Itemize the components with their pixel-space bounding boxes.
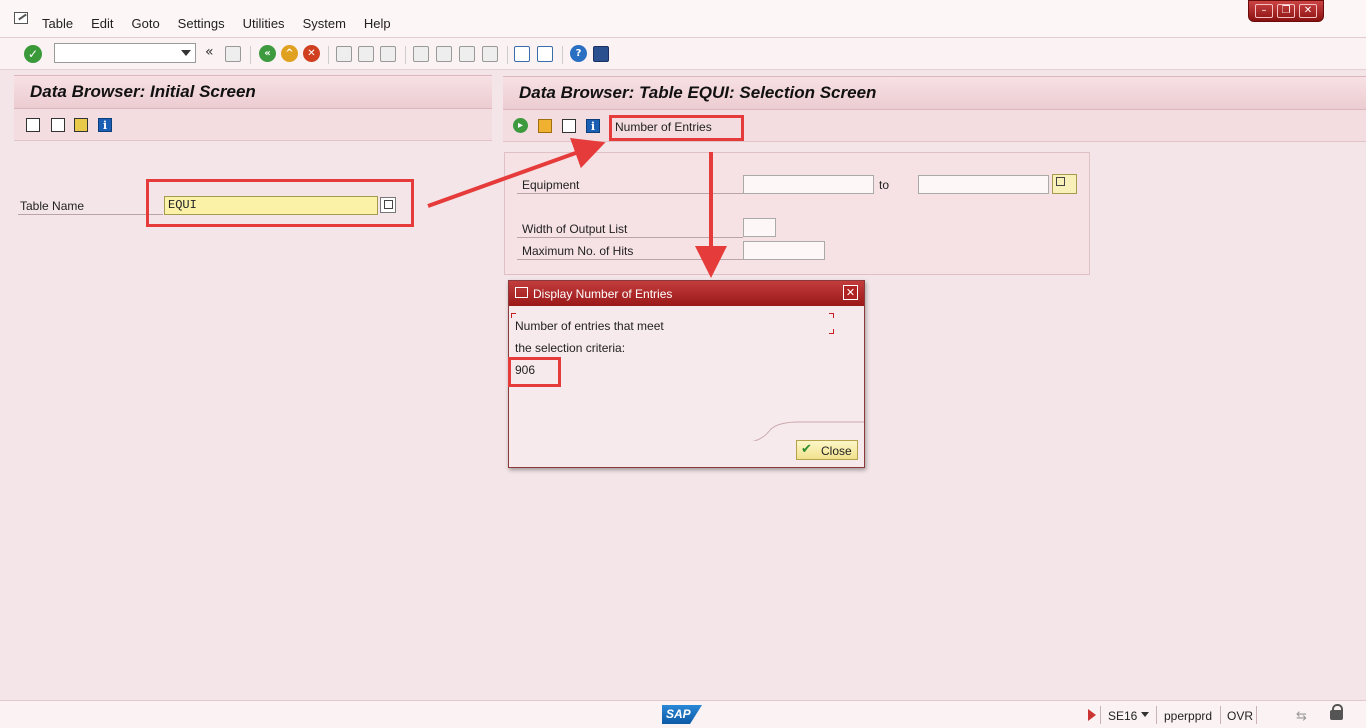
dialog-message-line2: the selection criteria: <box>515 341 626 355</box>
selection-screen-title: Data Browser: Table EQUI: Selection Scre… <box>519 83 877 102</box>
dialog-window-icon <box>515 287 528 298</box>
layout-icon[interactable] <box>593 46 609 62</box>
sap-logo: SAP <box>662 705 702 724</box>
table-name-label: Table Name <box>20 199 85 213</box>
left-panel-body <box>14 144 492 700</box>
find-next-icon[interactable] <box>380 46 396 62</box>
number-of-entries-dialog: Display Number of Entries ✕ Number of en… <box>508 280 865 468</box>
info-icon[interactable]: i <box>98 118 112 132</box>
first-page-icon[interactable] <box>413 46 429 62</box>
collapse-icon[interactable]: « <box>205 44 214 60</box>
label-underline <box>517 259 743 260</box>
menu-item-goto[interactable]: Goto <box>131 16 159 31</box>
selection-options-icon[interactable] <box>538 119 552 133</box>
label-underline <box>517 193 743 194</box>
shortcut-icon[interactable] <box>537 46 553 62</box>
menu-item-utilities[interactable]: Utilities <box>243 16 285 31</box>
to-label: to <box>879 178 890 192</box>
previous-page-icon[interactable] <box>436 46 452 62</box>
focus-bracket <box>511 313 516 318</box>
toolbar-divider <box>507 46 508 64</box>
check-icon: ✔ <box>801 442 812 457</box>
equipment-from-input[interactable] <box>743 175 874 194</box>
menu-program-icon[interactable] <box>14 12 28 24</box>
command-field[interactable] <box>54 43 196 63</box>
exit-icon[interactable]: ^ <box>281 45 298 62</box>
window-controls: – ❐ ✕ <box>1248 0 1324 22</box>
focus-bracket <box>829 313 834 318</box>
menu-item-settings[interactable]: Settings <box>178 16 225 31</box>
find-icon[interactable] <box>358 46 374 62</box>
max-hits-input[interactable] <box>743 241 825 260</box>
dialog-footer-divider <box>752 421 864 441</box>
dialog-title-bar: Display Number of Entries ✕ <box>509 281 864 306</box>
check-icon[interactable]: ✓ <box>24 45 42 63</box>
toolbar-divider <box>250 46 251 64</box>
label-underline <box>517 237 743 238</box>
menu-bar: Table Edit Goto Settings Utilities Syste… <box>0 0 1366 38</box>
close-window-button[interactable]: ✕ <box>1299 4 1317 18</box>
input-mode: OVR <box>1227 709 1254 723</box>
toolbar-divider <box>405 46 406 64</box>
next-page-icon[interactable] <box>459 46 475 62</box>
max-hits-label: Maximum No. of Hits <box>522 244 634 258</box>
lock-icon[interactable] <box>1330 704 1343 720</box>
status-divider <box>1256 706 1257 724</box>
left-panel-toolbar: i <box>14 109 492 141</box>
menu-list: Table Edit Goto Settings Utilities Syste… <box>42 16 409 31</box>
help-icon[interactable]: ? <box>570 45 587 62</box>
equipment-to-input[interactable] <box>918 175 1049 194</box>
width-output-input[interactable] <box>743 218 776 237</box>
close-icon[interactable]: ✕ <box>843 285 858 300</box>
restore-button[interactable]: ❐ <box>1277 4 1295 18</box>
new-entries-icon[interactable] <box>51 118 65 132</box>
display-fields-icon[interactable] <box>74 118 88 132</box>
status-divider <box>1220 706 1221 724</box>
toolbar-divider <box>328 46 329 64</box>
standard-toolbar: ✓ « « ^ ✕ ? <box>0 38 1366 70</box>
dialog-message-line1: Number of entries that meet <box>515 319 664 333</box>
label-underline <box>18 214 163 215</box>
status-divider <box>1100 706 1101 724</box>
transaction-code: SE16 <box>1108 709 1138 723</box>
close-button[interactable]: ✔ Close <box>796 440 858 460</box>
menu-item-help[interactable]: Help <box>364 16 391 31</box>
server-name: pperpprd <box>1164 709 1213 723</box>
menu-item-table[interactable]: Table <box>42 16 73 31</box>
info-icon[interactable]: i <box>586 119 600 133</box>
highlight-table-name <box>146 179 414 227</box>
status-divider <box>1156 706 1157 724</box>
chevron-down-icon[interactable] <box>181 50 191 56</box>
new-session-icon[interactable] <box>514 46 530 62</box>
left-panel-header: Data Browser: Initial Screen <box>14 75 492 109</box>
dialog-title: Display Number of Entries <box>533 287 673 301</box>
print-icon[interactable] <box>336 46 352 62</box>
chevron-down-icon[interactable] <box>1141 712 1149 717</box>
table-contents-icon[interactable] <box>26 118 40 132</box>
page-title: Data Browser: Initial Screen <box>30 82 256 101</box>
save-icon[interactable] <box>225 46 241 62</box>
last-page-icon[interactable] <box>482 46 498 62</box>
toolbar-divider <box>562 46 563 64</box>
menu-item-system[interactable]: System <box>303 16 346 31</box>
highlight-entry-count <box>508 357 561 387</box>
play-icon[interactable] <box>1088 709 1096 721</box>
cancel-icon[interactable]: ✕ <box>303 45 320 62</box>
delete-selection-icon[interactable] <box>562 119 576 133</box>
equipment-label: Equipment <box>522 178 580 192</box>
execute-icon[interactable]: ▸ <box>513 118 528 133</box>
multiple-selection-icon[interactable] <box>1052 174 1077 194</box>
right-panel-header: Data Browser: Table EQUI: Selection Scre… <box>503 76 1366 110</box>
width-output-label: Width of Output List <box>522 222 628 236</box>
focus-bracket <box>829 329 834 334</box>
status-bar: SAP SE16 pperpprd OVR ⇆ <box>0 700 1366 728</box>
minimize-button[interactable]: – <box>1255 4 1273 18</box>
menu-item-edit[interactable]: Edit <box>91 16 113 31</box>
highlight-number-of-entries <box>609 115 744 141</box>
close-button-label: Close <box>821 444 852 458</box>
back-icon[interactable]: « <box>259 45 276 62</box>
swap-icon[interactable]: ⇆ <box>1296 709 1307 724</box>
